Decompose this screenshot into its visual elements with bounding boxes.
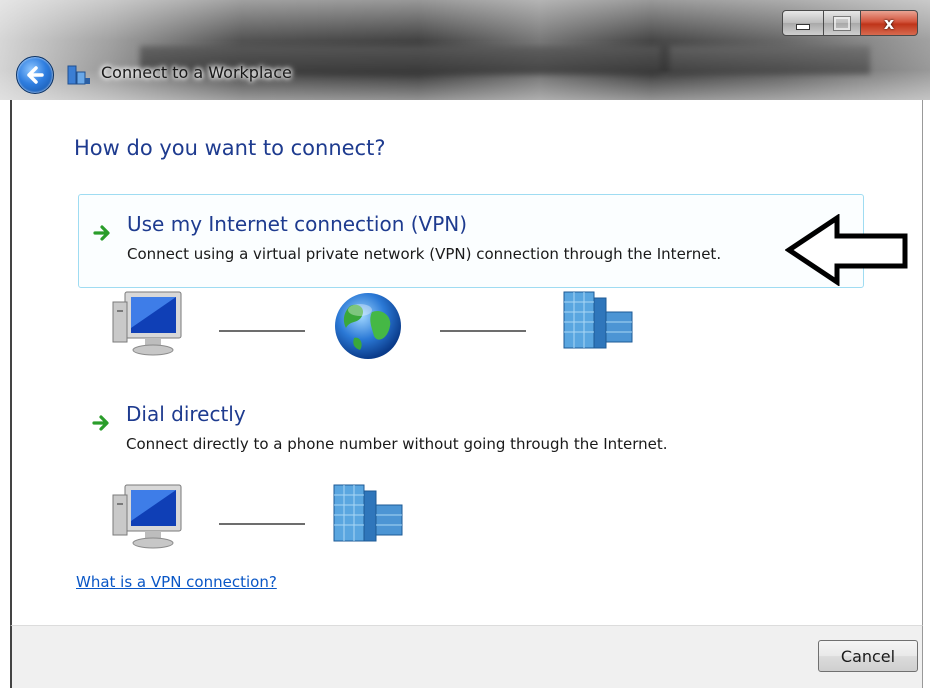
option-vpn-title: Use my Internet connection (VPN) [127, 212, 468, 236]
option-vpn[interactable]: Use my Internet connection (VPN) Connect… [78, 194, 864, 288]
option-dial-directly[interactable]: Dial directly Connect directly to a phon… [78, 385, 862, 477]
wizard-content: How do you want to connect? Use my Inter… [10, 100, 923, 625]
maximize-icon [833, 15, 851, 31]
page-heading: How do you want to connect? [74, 136, 386, 160]
minimize-button[interactable] [782, 10, 824, 36]
connector-line [219, 330, 305, 332]
annotation-arrow-icon [785, 214, 908, 286]
green-arrow-icon [93, 225, 110, 241]
option-dial-title: Dial directly [126, 402, 246, 426]
close-icon: x [883, 13, 895, 33]
office-building-icon [563, 291, 633, 349]
option-vpn-description: Connect using a virtual private network … [127, 245, 722, 263]
minimize-icon [796, 24, 810, 30]
close-button[interactable]: x [861, 10, 918, 36]
workplace-network-icon [67, 65, 90, 85]
maximize-button[interactable] [824, 10, 861, 36]
green-arrow-icon [92, 415, 109, 431]
globe-icon [335, 293, 401, 359]
title-bar: x Connect to a Workplace [0, 0, 930, 100]
office-building-icon [333, 484, 403, 542]
background-search-bar [670, 46, 870, 74]
option-dial-description: Connect directly to a phone number witho… [126, 435, 668, 453]
vpn-diagram [107, 290, 667, 360]
computer-icon [112, 484, 182, 549]
back-arrow-icon [27, 66, 44, 84]
window-controls: x [782, 10, 918, 36]
connector-line [219, 523, 305, 525]
computer-icon [112, 291, 182, 356]
connector-line [440, 330, 526, 332]
wizard-footer: Cancel [10, 625, 923, 688]
back-button[interactable] [16, 56, 54, 94]
dial-diagram [107, 483, 427, 553]
window-title: Connect to a Workplace [101, 63, 292, 82]
cancel-button[interactable]: Cancel [818, 640, 918, 672]
vpn-help-link[interactable]: What is a VPN connection? [76, 573, 277, 591]
